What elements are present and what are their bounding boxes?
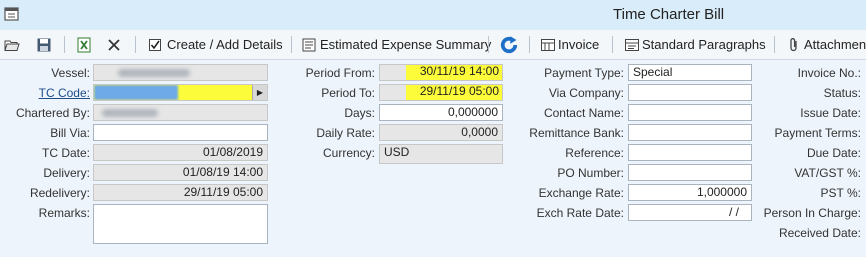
daily-rate-label: Daily Rate:	[316, 126, 375, 140]
toolbar-separator	[612, 36, 613, 53]
person-in-charge-label: Person In Charge:	[763, 206, 861, 220]
contact-name-label: Contact Name:	[543, 106, 624, 120]
chartered-by-label: Chartered By:	[15, 106, 90, 120]
invoice-icon	[541, 38, 555, 51]
redacted-value	[118, 69, 190, 77]
remittance-bank-field[interactable]	[628, 124, 752, 141]
toolbar-separator	[291, 36, 292, 53]
invoice-label: Invoice	[558, 37, 600, 52]
issue-date-label: Issue Date:	[800, 106, 861, 120]
bill-via-field[interactable]	[93, 124, 268, 141]
vessel-label: Vessel:	[51, 66, 90, 80]
standard-paragraphs-label: Standard Paragraphs	[642, 37, 766, 52]
toolbar-separator	[135, 36, 136, 53]
refresh-button[interactable]	[499, 34, 519, 55]
days-field[interactable]: 0,000000	[379, 104, 503, 121]
vessel-field[interactable]	[93, 64, 268, 81]
redacted-value	[94, 85, 178, 100]
days-label: Days:	[344, 106, 375, 120]
status-label: Status:	[823, 86, 861, 100]
currency-label: Currency:	[322, 146, 375, 160]
redelivery-label: Redelivery:	[29, 186, 90, 200]
remarks-label: Remarks:	[38, 206, 90, 220]
report-icon	[302, 38, 316, 51]
reference-field[interactable]	[628, 144, 752, 161]
payment-terms-label: Payment Terms:	[774, 126, 861, 140]
chartered-by-field[interactable]	[93, 104, 268, 121]
payment-type-select[interactable]: Special	[628, 64, 752, 81]
export-excel-button[interactable]	[76, 34, 92, 55]
period-to-label: Period To:	[321, 86, 375, 100]
period-from-field[interactable]: 30/11/19 14:00	[379, 64, 503, 81]
save-button[interactable]	[36, 34, 52, 55]
open-folder-icon	[4, 40, 20, 51]
toolbar-separator	[529, 36, 530, 53]
exch-rate-date-field[interactable]: / /	[628, 204, 752, 221]
attachments-button[interactable]: Attachment	[786, 34, 866, 55]
excel-icon	[77, 37, 91, 52]
redelivery-field[interactable]: 29/11/19 05:00	[93, 184, 268, 201]
payment-type-label: Payment Type:	[544, 66, 624, 80]
paragraphs-icon	[625, 38, 639, 51]
invoice-no-label: Invoice No.:	[797, 66, 861, 80]
refresh-icon	[500, 35, 518, 53]
paperclip-icon	[790, 37, 797, 51]
toolbar-separator	[774, 36, 775, 53]
tc-date-field[interactable]: 01/08/2019	[93, 144, 268, 161]
checkbox-icon	[149, 38, 161, 51]
period-to-value: 29/11/19 05:00	[406, 85, 502, 100]
close-icon	[108, 38, 120, 51]
open-folder-button[interactable]	[4, 34, 20, 55]
delivery-field[interactable]: 01/08/19 14:00	[93, 164, 268, 181]
period-to-field[interactable]: 29/11/19 05:00	[379, 84, 503, 101]
bill-via-label: Bill Via:	[50, 126, 90, 140]
vat-gst-label: VAT/GST %:	[794, 166, 861, 180]
tc-code-link[interactable]: TC Code:	[39, 86, 90, 100]
invoice-button[interactable]: Invoice	[540, 34, 599, 55]
tc-code-field[interactable]: ▶	[93, 84, 268, 101]
window-title: Time Charter Bill	[613, 6, 725, 23]
toolbar-separator	[64, 36, 65, 53]
standard-paragraphs-button[interactable]: Standard Paragraphs	[624, 34, 766, 55]
app-icon	[4, 7, 19, 21]
remarks-textarea[interactable]	[93, 204, 268, 244]
delivery-label: Delivery:	[43, 166, 90, 180]
received-date-label: Received Date:	[778, 226, 861, 240]
create-add-details-button[interactable]: Create / Add Details	[148, 34, 283, 55]
title-bar: Time Charter Bill	[0, 0, 866, 31]
tc-date-label: TC Date:	[41, 146, 90, 160]
period-from-value: 30/11/19 14:00	[406, 65, 502, 80]
exch-rate-date-label: Exch Rate Date:	[536, 206, 624, 220]
estimated-expense-summary-button[interactable]: Estimated Expense Summary	[301, 34, 491, 55]
currency-field[interactable]: USD	[379, 144, 503, 164]
via-company-label: Via Company:	[548, 86, 624, 100]
delete-button[interactable]	[106, 34, 122, 55]
contact-name-field[interactable]	[628, 104, 752, 121]
po-number-label: PO Number:	[557, 166, 624, 180]
attachments-label: Attachment	[804, 37, 866, 52]
lookup-arrow-icon[interactable]: ▶	[252, 85, 267, 100]
remittance-bank-label: Remittance Bank:	[529, 126, 624, 140]
pst-label: PST %:	[820, 186, 861, 200]
due-date-label: Due Date:	[806, 146, 861, 160]
save-icon	[37, 38, 51, 51]
create-add-details-label: Create / Add Details	[167, 37, 283, 52]
po-number-field[interactable]	[628, 164, 752, 181]
period-from-label: Period From:	[305, 66, 375, 80]
daily-rate-field[interactable]: 0,0000	[379, 124, 503, 141]
exchange-rate-field[interactable]: 1,000000	[628, 184, 752, 201]
exchange-rate-label: Exchange Rate:	[538, 186, 624, 200]
via-company-field[interactable]	[628, 84, 752, 101]
reference-label: Reference:	[565, 146, 624, 160]
redacted-value	[102, 109, 158, 117]
toolbar-separator	[488, 36, 489, 53]
toolbar: Create / Add Details Estimated Expense S…	[0, 30, 866, 60]
estimated-expense-summary-label: Estimated Expense Summary	[320, 37, 492, 52]
